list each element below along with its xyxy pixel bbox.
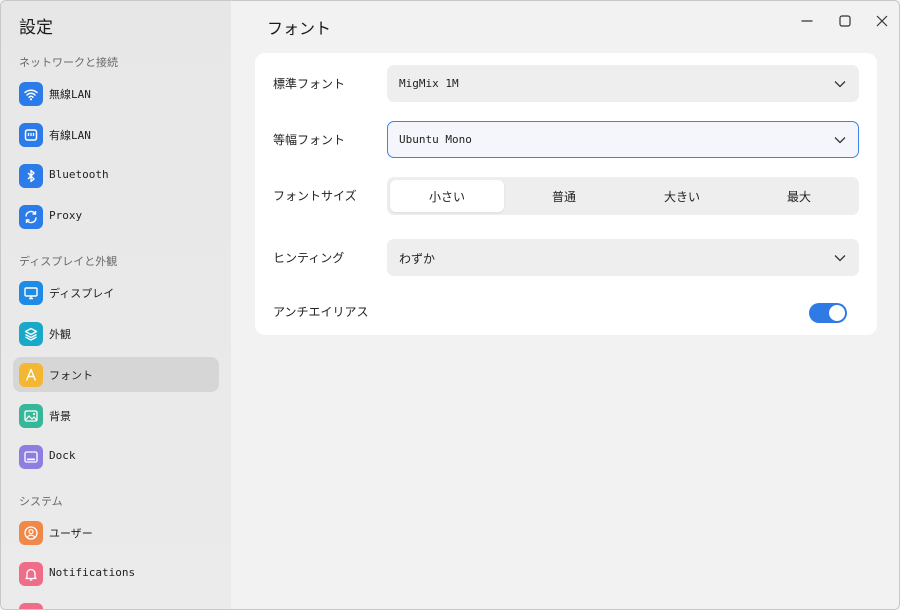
close-icon bbox=[876, 15, 888, 27]
standard-font-label: 標準フォント bbox=[273, 77, 346, 91]
proxy-sync-icon bbox=[19, 205, 43, 229]
sidebar: 設定 ネットワークと接続 無線LAN 有線LAN Bluetooth Proxy bbox=[1, 1, 231, 609]
user-icon bbox=[19, 521, 43, 545]
app-title: 設定 bbox=[19, 18, 53, 38]
minimize-button[interactable] bbox=[797, 11, 817, 31]
antialias-toggle[interactable] bbox=[809, 303, 847, 323]
sidebar-item-label: フォント bbox=[49, 369, 93, 382]
font-size-label: フォントサイズ bbox=[273, 189, 357, 203]
toggle-knob bbox=[829, 305, 845, 321]
sidebar-item-label: Dock bbox=[49, 449, 76, 462]
sidebar-item-label: 有線LAN bbox=[49, 129, 91, 142]
monitor-icon bbox=[19, 281, 43, 305]
hinting-label: ヒンティング bbox=[273, 251, 345, 265]
font-size-option-large[interactable]: 大きい bbox=[625, 180, 739, 212]
sidebar-item-bluetooth[interactable]: Bluetooth bbox=[13, 158, 219, 193]
sidebar-item-label: 外観 bbox=[49, 328, 71, 341]
sidebar-item-appearance[interactable]: 外観 bbox=[13, 316, 219, 351]
chevron-down-icon bbox=[834, 137, 846, 144]
hinting-value: わずか bbox=[399, 252, 436, 266]
sidebar-item-dock[interactable]: Dock bbox=[13, 439, 219, 474]
mono-font-label: 等幅フォント bbox=[273, 133, 346, 147]
partial-icon bbox=[19, 603, 43, 609]
font-size-option-small[interactable]: 小さい bbox=[390, 180, 504, 212]
mono-font-select[interactable]: Ubuntu Mono bbox=[387, 121, 859, 158]
chevron-down-icon bbox=[834, 81, 846, 88]
sidebar-item-display[interactable]: ディスプレイ bbox=[13, 275, 219, 310]
sidebar-item-wifi[interactable]: 無線LAN bbox=[13, 76, 219, 111]
sidebar-item-label: Bluetooth bbox=[49, 168, 109, 181]
sidebar-item-label: 無線LAN bbox=[49, 88, 91, 101]
section-label-network: ネットワークと接続 bbox=[19, 56, 118, 69]
maximize-button[interactable] bbox=[835, 11, 855, 31]
dock-icon bbox=[19, 445, 43, 469]
wifi-icon bbox=[19, 82, 43, 106]
sidebar-item-label: Proxy bbox=[49, 209, 83, 222]
sidebar-item-proxy[interactable]: Proxy bbox=[13, 199, 219, 234]
chevron-down-icon bbox=[834, 255, 846, 262]
close-button[interactable] bbox=[872, 11, 892, 31]
ethernet-icon bbox=[19, 123, 43, 147]
image-icon bbox=[19, 404, 43, 428]
section-label-display: ディスプレイと外観 bbox=[19, 255, 118, 268]
standard-font-value: MigMix 1M bbox=[399, 77, 459, 90]
sidebar-item-label: Notifications bbox=[49, 566, 136, 579]
minimize-icon bbox=[801, 20, 813, 22]
font-size-option-normal[interactable]: 普通 bbox=[507, 180, 621, 212]
sidebar-item-users[interactable]: ユーザー bbox=[13, 515, 219, 550]
font-size-selector: 小さい 普通 大きい 最大 bbox=[387, 177, 859, 215]
font-size-option-max[interactable]: 最大 bbox=[742, 180, 856, 212]
antialias-label: アンチエイリアス bbox=[273, 305, 369, 319]
sidebar-item-font[interactable]: フォント bbox=[13, 357, 219, 392]
sidebar-item-ethernet[interactable]: 有線LAN bbox=[13, 117, 219, 152]
font-settings-card: 標準フォント MigMix 1M 等幅フォント Ubuntu Mono フォント… bbox=[255, 53, 877, 335]
settings-window: 設定 ネットワークと接続 無線LAN 有線LAN Bluetooth Proxy bbox=[0, 0, 900, 610]
sidebar-item-label: 背景 bbox=[49, 410, 71, 423]
sidebar-item-notifications[interactable]: Notifications bbox=[13, 556, 219, 591]
layers-icon bbox=[19, 322, 43, 346]
main-panel: フォント 標準フォント MigMix 1M 等幅フォント Ubuntu Mono… bbox=[231, 1, 899, 609]
sidebar-item-partial[interactable] bbox=[13, 597, 219, 609]
bell-icon bbox=[19, 562, 43, 586]
maximize-icon bbox=[839, 15, 851, 27]
font-a-icon bbox=[19, 363, 43, 387]
section-label-system: システム bbox=[19, 495, 63, 508]
sidebar-item-label: ユーザー bbox=[49, 527, 93, 540]
sidebar-item-label: ディスプレイ bbox=[49, 287, 115, 300]
hinting-select[interactable]: わずか bbox=[387, 239, 859, 276]
bluetooth-icon bbox=[19, 164, 43, 188]
sidebar-item-background[interactable]: 背景 bbox=[13, 398, 219, 433]
standard-font-select[interactable]: MigMix 1M bbox=[387, 65, 859, 102]
mono-font-value: Ubuntu Mono bbox=[399, 133, 472, 146]
page-title: フォント bbox=[267, 19, 332, 38]
